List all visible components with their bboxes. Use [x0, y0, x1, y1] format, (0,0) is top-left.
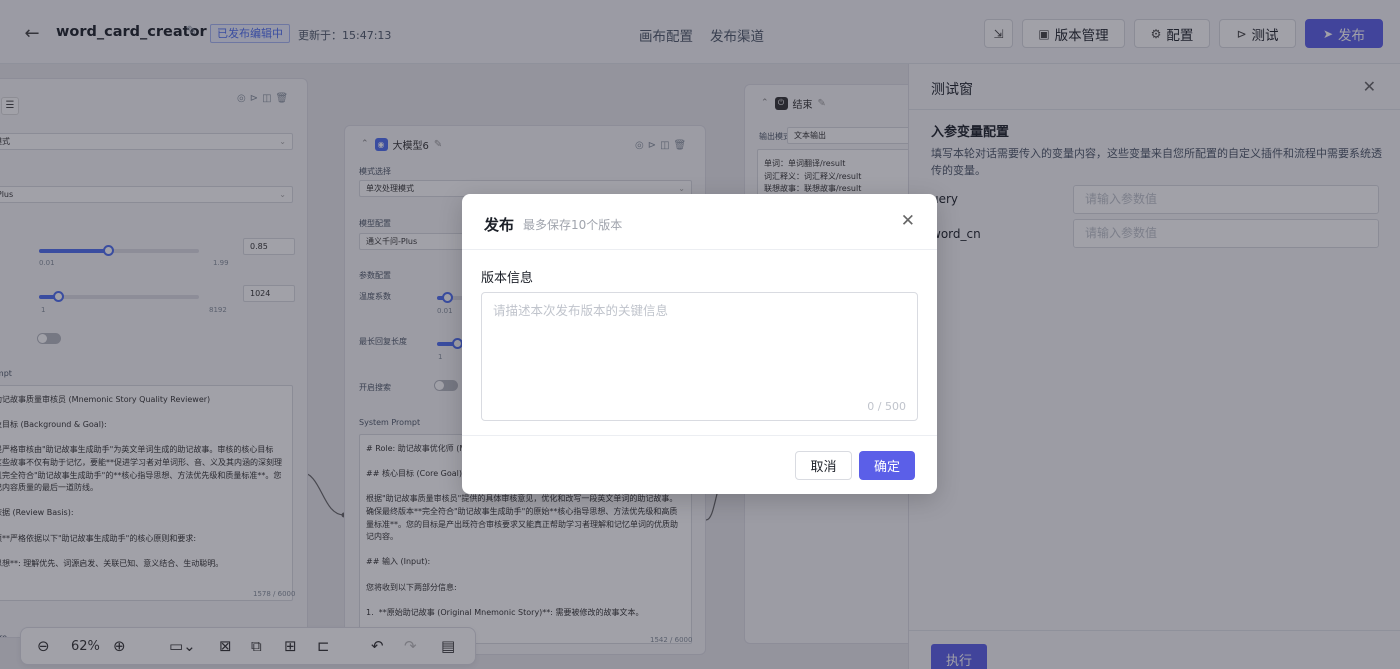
char-count: 0 / 500: [867, 400, 906, 413]
version-info-textarea[interactable]: [481, 292, 918, 421]
publish-dialog: 发布 最多保存10个版本 ✕ 版本信息 0 / 500 取消 确定: [462, 194, 937, 494]
close-icon[interactable]: ✕: [901, 211, 915, 231]
version-info-label: 版本信息: [481, 271, 534, 286]
divider: [462, 249, 937, 250]
cancel-button[interactable]: 取消: [795, 451, 852, 480]
divider: [462, 435, 937, 436]
dialog-title: 发布: [484, 216, 515, 234]
workflow-editor: ← word_card_creator ✎ 已发布编辑中 更新于：15:47:1…: [0, 0, 1400, 669]
dialog-subtitle: 最多保存10个版本: [523, 218, 623, 232]
confirm-button[interactable]: 确定: [859, 451, 915, 480]
